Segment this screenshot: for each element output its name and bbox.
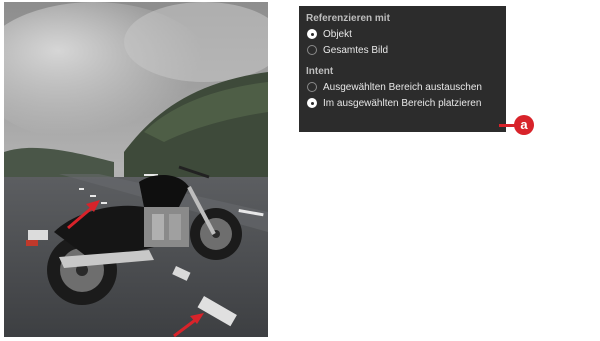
radio-selected-icon[interactable] (307, 29, 317, 39)
section-title-intent: Intent (306, 66, 334, 77)
radio-gesamtes-bild[interactable]: Gesamtes Bild (307, 42, 499, 58)
motorcycle-photo (4, 2, 268, 337)
radio-unselected-icon[interactable] (307, 82, 317, 92)
radio-label: Im ausgewählten Bereich platzieren (323, 97, 482, 109)
radio-bereich-platzieren[interactable]: Im ausgewählten Bereich platzieren (307, 95, 499, 111)
radio-label: Objekt (323, 28, 352, 40)
radio-label: Gesamtes Bild (323, 44, 389, 56)
radio-bereich-austauschen[interactable]: Ausgewählten Bereich austauschen (307, 79, 499, 95)
callout-badge-a: a (514, 115, 534, 135)
radio-label: Ausgewählten Bereich austauschen (323, 81, 482, 93)
callout-pointer-line (499, 124, 515, 127)
radio-unselected-icon[interactable] (307, 45, 317, 55)
radio-selected-icon[interactable] (307, 98, 317, 108)
radio-objekt[interactable]: Objekt (307, 26, 499, 42)
section-title-reference: Referenzieren mit (306, 13, 390, 24)
reference-settings-panel: Referenzieren mit Objekt Gesamtes Bild I… (299, 6, 506, 132)
